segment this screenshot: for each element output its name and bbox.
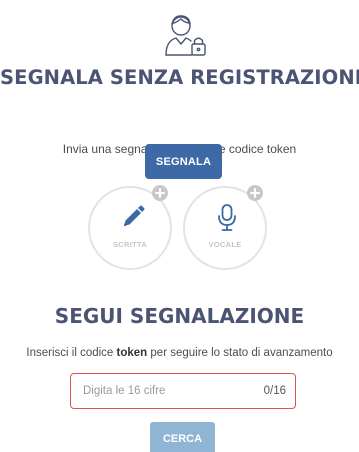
pencil-icon <box>124 205 145 226</box>
plus-icon <box>247 185 263 201</box>
option-label: VOCALE <box>208 240 242 249</box>
option-vocale[interactable]: VOCALE <box>183 185 267 270</box>
microphone-icon <box>218 204 236 231</box>
option-label: SCRITTA <box>112 240 148 249</box>
token-input[interactable] <box>83 382 253 400</box>
page-title: SEGNALA SENZA REGISTRAZIONE <box>0 66 359 89</box>
desc-text-before: Inserisci il codice <box>26 347 117 359</box>
token-field: 0/16 <box>70 373 296 409</box>
option-scritta[interactable]: SCRITTA <box>88 185 172 270</box>
segnala-button[interactable]: SEGNALA <box>145 144 222 179</box>
desc-text-bold: token <box>116 347 148 359</box>
user-lock-icon <box>165 15 206 56</box>
follow-title: SEGUI SEGNALAZIONE <box>54 304 305 328</box>
cerca-button[interactable]: CERCA <box>150 422 215 452</box>
follow-description: Inserisci il codice token per seguire lo… <box>0 347 359 359</box>
desc-text-after: per seguire lo stato di avanzamento <box>147 347 333 359</box>
char-counter: 0/16 <box>263 385 286 397</box>
plus-icon <box>152 185 168 201</box>
